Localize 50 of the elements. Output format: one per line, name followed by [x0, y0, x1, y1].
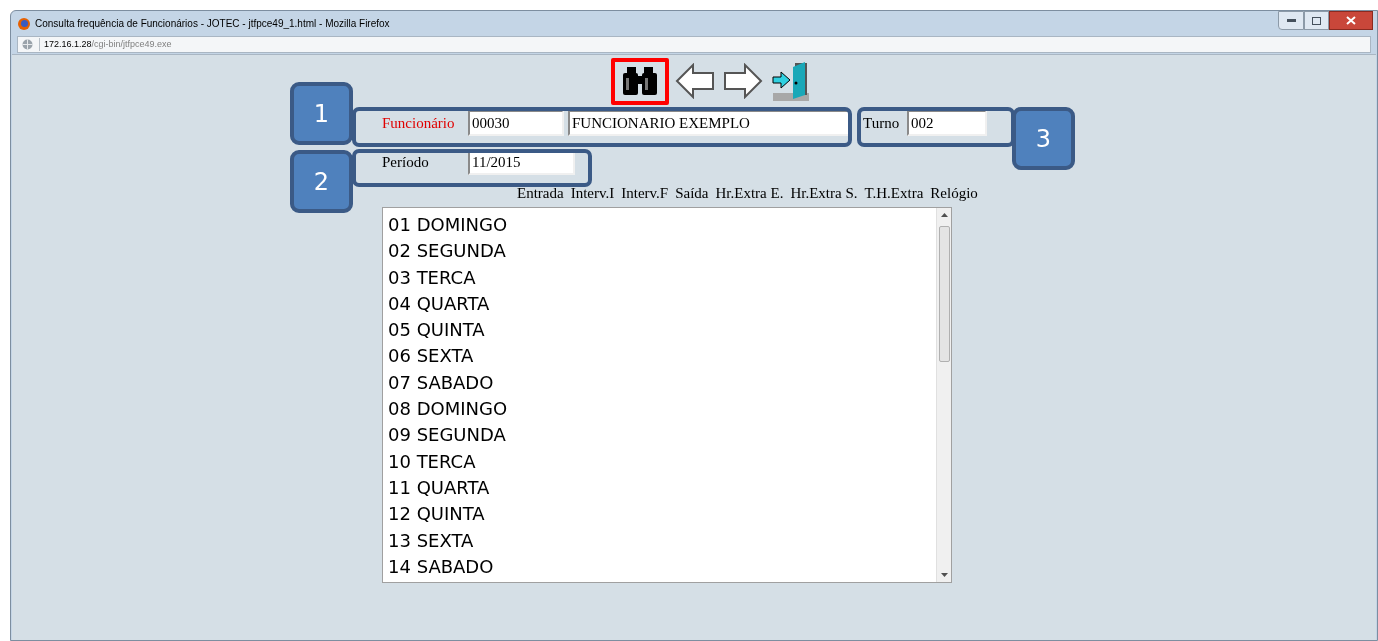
employee-name-field[interactable]: FUNCIONARIO EXEMPLO	[568, 110, 850, 136]
scrollbar-thumb[interactable]	[938, 226, 950, 362]
exit-door-icon	[771, 61, 811, 101]
period-label: Período	[382, 152, 430, 172]
list-item[interactable]: 14 SABADO	[388, 553, 494, 581]
list-item[interactable]: 03 TERCA	[388, 264, 476, 291]
list-item[interactable]: 10 TERCA	[388, 448, 476, 475]
close-button[interactable]	[1329, 11, 1373, 30]
window-title: Consulta frequência de Funcionários - JOTEC - jtfpce49_1.html - Mozilla Firefox	[35, 17, 390, 31]
column-header: Entrada	[517, 183, 564, 203]
list-item[interactable]: 13 SEXTA	[388, 527, 474, 554]
column-header: Interv.F	[621, 183, 669, 203]
shift-field[interactable]: 002	[907, 110, 987, 136]
column-header: T.H.Extra	[864, 183, 924, 203]
list-item[interactable]: 04 QUARTA	[388, 290, 490, 318]
list-item[interactable]: 01 DOMINGO	[388, 212, 508, 239]
list-item[interactable]: 08 DOMINGO	[388, 396, 508, 423]
minimize-icon	[1286, 19, 1296, 22]
list-item[interactable]: 09 SEGUNDA	[388, 422, 506, 449]
employee-label: Funcionário	[382, 113, 456, 133]
column-header: Relógio	[930, 183, 978, 203]
globe-icon	[22, 39, 33, 50]
callout-badge: 2	[290, 150, 353, 213]
browser-logo-icon	[18, 17, 30, 30]
close-icon	[1346, 16, 1356, 25]
left-arrow-icon	[675, 63, 715, 99]
callout-badge: 1	[290, 82, 353, 145]
list-item[interactable]: 12 QUINTA	[388, 501, 485, 528]
scrollbar[interactable]	[936, 208, 951, 582]
list-item[interactable]: 02 SEGUNDA	[388, 238, 506, 265]
column-header: Saída	[675, 183, 709, 203]
maximize-button[interactable]	[1304, 11, 1329, 30]
minimize-button[interactable]	[1278, 11, 1304, 30]
maximize-icon	[1312, 16, 1321, 25]
address-field[interactable]: 172.16.1.28/cgi-bin/jtfpce49.exe	[39, 37, 172, 52]
scroll-down-icon[interactable]	[940, 573, 948, 577]
column-header: Hr.Extra S.	[790, 183, 858, 203]
scroll-up-icon[interactable]	[940, 213, 948, 217]
right-arrow-icon	[723, 63, 763, 99]
callout-badge: 3	[1012, 107, 1075, 170]
binoculars-icon	[622, 66, 658, 96]
list-item[interactable]: 07 SABADO	[388, 369, 494, 397]
list-item[interactable]: 11 QUARTA	[388, 474, 490, 502]
column-header: Hr.Extra E.	[715, 183, 784, 203]
employee-code-field[interactable]: 00030	[468, 110, 564, 136]
list-item[interactable]: 06 SEXTA	[388, 343, 474, 370]
shift-label: Turno	[863, 113, 901, 133]
list-item[interactable]: 05 QUINTA	[388, 317, 485, 344]
column-header: Interv.I	[570, 183, 615, 203]
search-button[interactable]	[611, 57, 669, 105]
